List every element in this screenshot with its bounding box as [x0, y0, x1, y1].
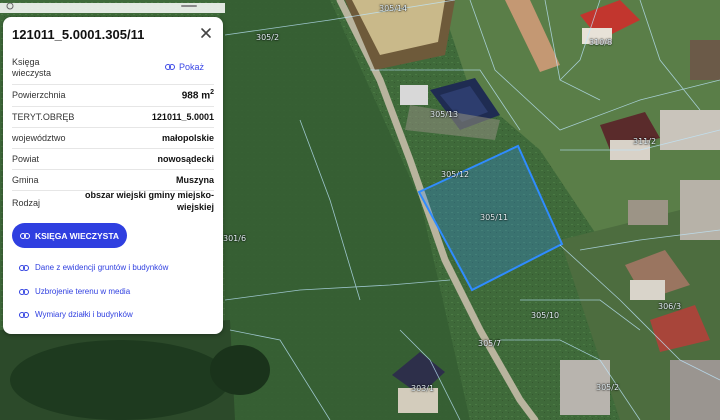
row-key: TERYT.OBRĘB: [12, 112, 75, 122]
parcel-label: 306/3: [658, 302, 682, 311]
parcel-label: 305/11: [480, 213, 509, 222]
link-icon: [19, 288, 29, 295]
link-icon: [19, 232, 30, 239]
row-wojewodztwo: województwo małopolskie: [12, 127, 214, 149]
panel-title: 121011_5.0001.305/11: [12, 27, 145, 42]
row-key: Księga wieczysta: [12, 57, 52, 78]
parcel-label: 305/2: [256, 33, 280, 42]
pokaz-link[interactable]: Pokaż: [164, 62, 204, 72]
parcel-label: 305/2: [596, 383, 620, 392]
parcel-label: 311/2: [633, 137, 657, 146]
ksiega-wieczysta-button[interactable]: KSIĘGA WIECZYSTA: [12, 223, 127, 248]
parcel-label: 301/6: [223, 234, 247, 243]
link-icon: [19, 311, 29, 318]
row-value: małopolskie: [161, 133, 214, 143]
parcel-label: 305/13: [430, 110, 459, 119]
area-unit-sup: 2: [210, 89, 214, 96]
area-value: 988 m: [181, 90, 211, 102]
row-value: 988 m2: [182, 89, 214, 101]
link-dane-z-ewidencji[interactable]: Dane z ewidencji gruntów i budynków: [19, 263, 168, 272]
row-powiat: Powiat nowosądecki: [12, 148, 214, 170]
row-value: Muszyna: [175, 175, 214, 185]
top-toolbar-strip: [0, 0, 225, 13]
link-icon: [164, 64, 175, 70]
parcel-label: 310/8: [589, 38, 613, 47]
panel-header: 121011_5.0001.305/11: [3, 17, 223, 53]
close-icon[interactable]: [199, 26, 213, 40]
link-icon: [19, 264, 29, 271]
row-value: nowosądecki: [157, 154, 214, 164]
row-ksiega-wieczysta: Księga wieczysta Pokaż: [12, 54, 214, 85]
row-teryt-obreb: TERYT.OBRĘB 121011_5.0001: [12, 106, 214, 128]
link-label: Uzbrojenie terenu w media: [35, 287, 131, 296]
parcel-label: 305/7: [478, 339, 502, 348]
row-key: Powierzchnia: [12, 90, 66, 100]
link-label: Wymiary działki i budynków: [35, 310, 133, 319]
row-key: Powiat: [12, 154, 40, 164]
parcel-label: 303/1: [411, 384, 435, 393]
pokaz-label: Pokaż: [178, 62, 204, 72]
row-powierzchnia: Powierzchnia 988 m2: [12, 84, 214, 107]
ksiega-wieczysta-button-label: KSIĘGA WIECZYSTA: [34, 230, 120, 241]
parcel-info-panel: 121011_5.0001.305/11 Księga wieczysta Po…: [3, 17, 223, 334]
row-key: województwo: [12, 133, 66, 143]
row-value: obszar wiejski gminy miejsko- wiejskiej: [84, 190, 214, 212]
row-value: 121011_5.0001: [151, 112, 214, 122]
row-rodzaj: Rodzaj obszar wiejski gminy miejsko- wie…: [12, 190, 214, 217]
link-uzbrojenie-terenu[interactable]: Uzbrojenie terenu w media: [19, 287, 130, 296]
link-label: Dane z ewidencji gruntów i budynków: [35, 263, 169, 272]
parcel-label: 305/14: [379, 4, 408, 13]
link-wymiary-dzialki[interactable]: Wymiary działki i budynków: [19, 310, 133, 319]
parcel-label: 305/12: [441, 170, 470, 179]
parcel-label: 305/10: [531, 311, 560, 320]
row-gmina: Gmina Muszyna: [12, 169, 214, 191]
row-key: Gmina: [12, 175, 39, 185]
row-key: Rodzaj: [12, 198, 41, 208]
